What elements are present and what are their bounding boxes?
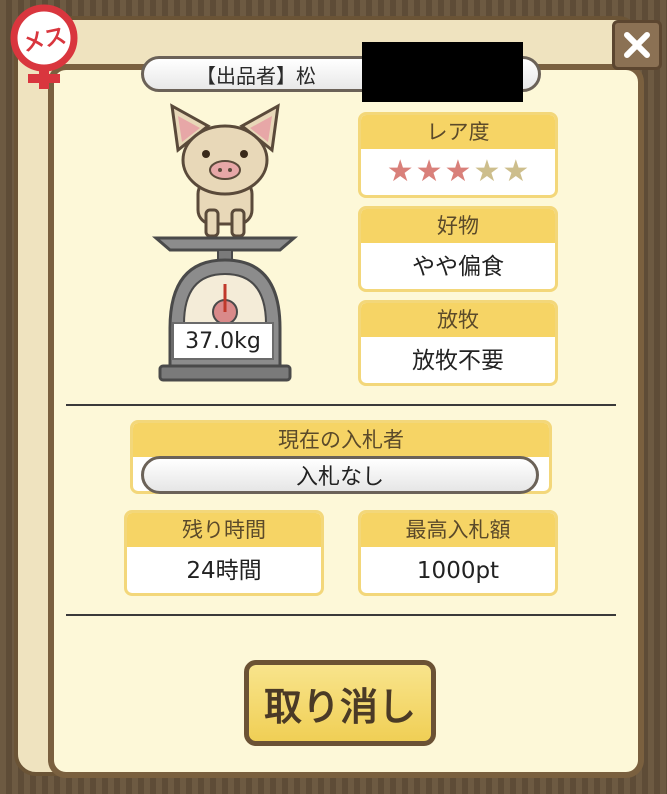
favorite-value: やや偏食	[412, 254, 504, 280]
female-badge: メス	[4, 4, 84, 92]
close-icon	[624, 32, 650, 58]
seller-label: 【出品者】松	[196, 63, 316, 88]
bidder-value-bar: 入札なし	[141, 456, 539, 494]
favorite-food-card: 好物 やや偏食	[358, 206, 558, 292]
close-button[interactable]	[612, 20, 662, 70]
max-bid-header: 最高入札額	[361, 513, 555, 547]
rarity-card: レア度 ★ ★ ★ ★ ★	[358, 112, 558, 198]
bidder-header: 現在の入札者	[133, 423, 549, 457]
grazing-value: 放牧不要	[412, 348, 504, 374]
star-empty-icon: ★	[502, 154, 530, 189]
rarity-header: レア度	[361, 115, 555, 149]
grazing-card: 放牧 放牧不要	[358, 300, 558, 386]
max-bid-card: 最高入札額 1000pt	[358, 510, 558, 596]
rarity-stars: ★ ★ ★ ★ ★	[361, 149, 555, 189]
time-left-value: 24時間	[186, 558, 262, 584]
star-filled-icon: ★	[444, 154, 472, 189]
female-symbol-icon: メス	[10, 4, 78, 89]
redacted-area	[362, 42, 523, 102]
weight-display: 37.0kg	[172, 322, 274, 360]
max-bid-value: 1000pt	[416, 558, 500, 584]
cancel-button[interactable]: 取り消し	[244, 660, 436, 746]
weight-value: 37.0kg	[185, 328, 261, 354]
star-filled-icon: ★	[386, 154, 414, 189]
bidder-value: 入札なし	[295, 465, 384, 490]
cancel-button-label: 取り消し	[263, 684, 416, 729]
time-left-card: 残り時間 24時間	[124, 510, 324, 596]
divider-top	[66, 404, 616, 406]
star-empty-icon: ★	[473, 154, 501, 189]
time-left-header: 残り時間	[127, 513, 321, 547]
divider-bottom	[66, 614, 616, 616]
favorite-header: 好物	[361, 209, 555, 243]
grazing-header: 放牧	[361, 303, 555, 337]
star-filled-icon: ★	[415, 154, 443, 189]
